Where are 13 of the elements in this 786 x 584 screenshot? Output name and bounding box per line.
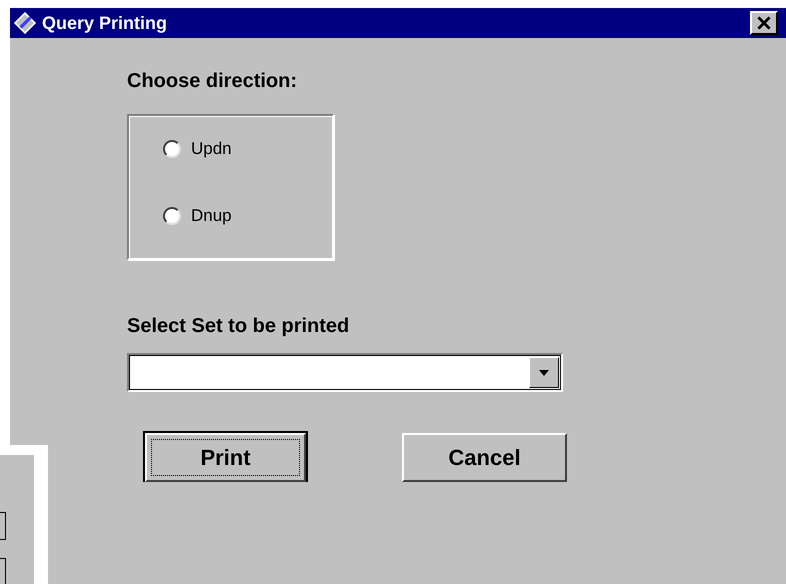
- close-button[interactable]: [750, 11, 778, 35]
- section-label: Select Set to be printed: [127, 314, 350, 339]
- set-dropdown[interactable]: [127, 353, 563, 392]
- window-title: Query Printing: [42, 12, 168, 34]
- dialog-button[interactable]: Cancel: [402, 433, 567, 482]
- radio-button[interactable]: [163, 140, 181, 158]
- dialog-button[interactable]: Print: [145, 433, 306, 482]
- radio-label[interactable]: Updn: [191, 139, 232, 159]
- radio-button[interactable]: [163, 207, 181, 225]
- app-icon: [14, 12, 36, 34]
- radio-label[interactable]: Dnup: [191, 206, 232, 226]
- close-icon: [757, 16, 771, 30]
- section-label: Choose direction:: [127, 69, 298, 94]
